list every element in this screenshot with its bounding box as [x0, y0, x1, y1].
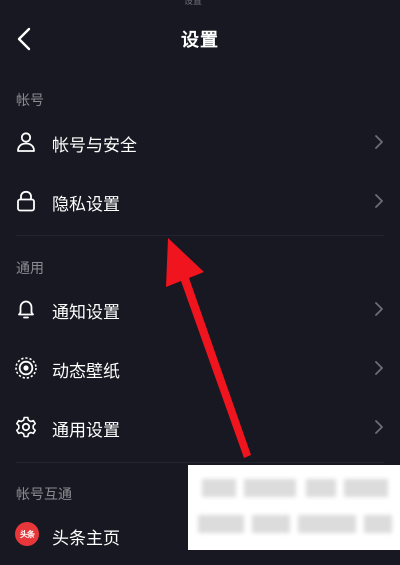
section-title-general: 通用	[16, 261, 44, 277]
settings-item-label: 头条主页	[52, 529, 120, 549]
page-title: 设置	[181, 30, 219, 51]
toutiao-logo-icon: 头条	[15, 522, 39, 546]
header: 设置	[0, 0, 400, 78]
section-divider	[16, 462, 384, 463]
section-title-account: 帐号	[16, 93, 44, 109]
bell-icon	[14, 297, 38, 321]
section-title-account-linking: 帐号互通	[16, 487, 72, 503]
chevron-right-icon	[372, 418, 386, 436]
chevron-right-icon	[372, 192, 386, 210]
settings-item-label: 动态壁纸	[52, 362, 120, 382]
settings-item-dynamic-wallpaper[interactable]: 动态壁纸	[0, 340, 400, 396]
blurred-overlay	[188, 465, 400, 550]
dynamic-wallpaper-icon	[14, 356, 38, 380]
user-icon	[14, 130, 38, 154]
gear-icon	[14, 415, 38, 439]
settings-item-privacy[interactable]: 隐私设置	[0, 173, 400, 229]
settings-item-label: 通用设置	[52, 421, 120, 441]
settings-item-notifications[interactable]: 通知设置	[0, 281, 400, 337]
chevron-right-icon	[372, 300, 386, 318]
settings-item-label: 隐私设置	[52, 195, 120, 215]
chevron-right-icon	[372, 359, 386, 377]
chevron-right-icon	[372, 133, 386, 151]
lock-icon	[14, 189, 38, 213]
settings-item-label: 帐号与安全	[52, 136, 137, 156]
settings-item-label: 通知设置	[52, 303, 120, 323]
settings-item-account-security[interactable]: 帐号与安全	[0, 114, 400, 170]
section-divider	[16, 235, 384, 236]
settings-item-general[interactable]: 通用设置	[0, 399, 400, 455]
